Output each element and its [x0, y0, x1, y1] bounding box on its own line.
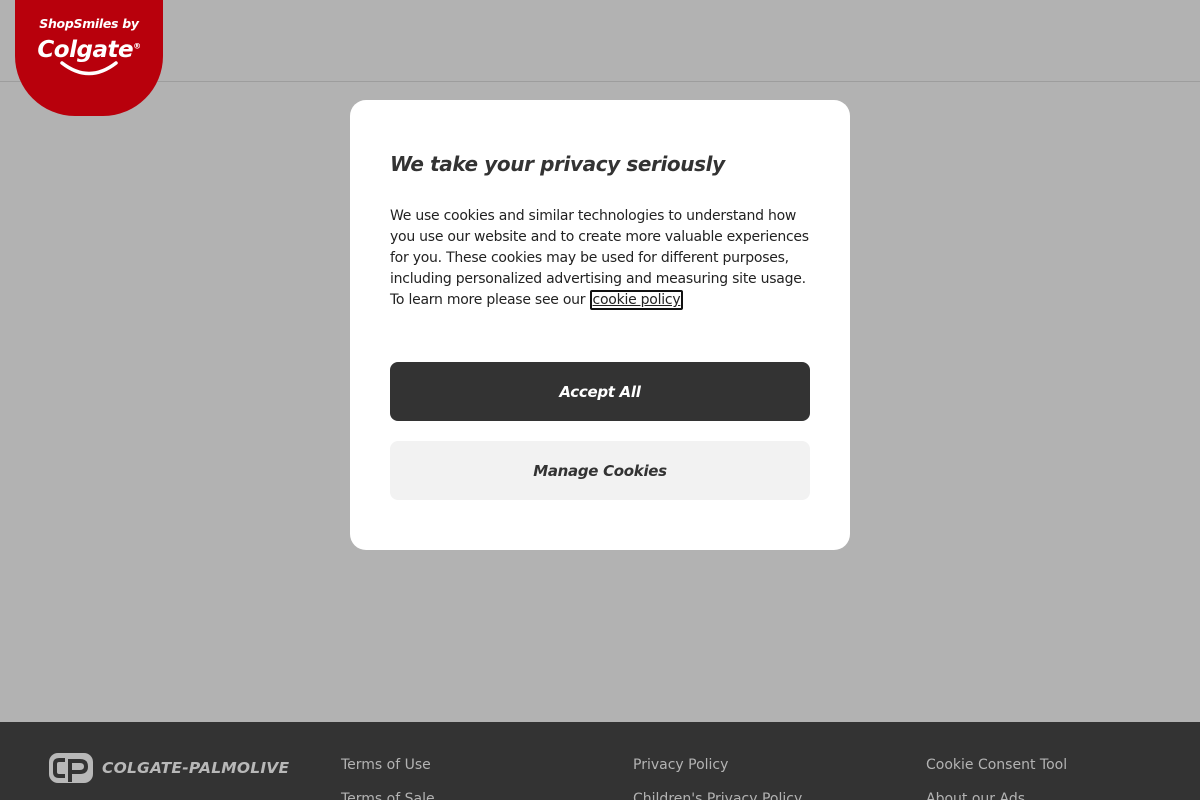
cp-logo-icon	[49, 753, 93, 783]
footer-link-about-our-ads[interactable]: About our Ads	[926, 789, 1067, 800]
footer-link-privacy-policy[interactable]: Privacy Policy	[633, 755, 802, 775]
site-footer: COLGATE-PALMOLIVE Terms of Use Terms of …	[0, 722, 1200, 800]
footer-column-2: Privacy Policy Children's Privacy Policy	[633, 755, 802, 800]
page: ShopSmiles by Colgate® We take your priv…	[0, 0, 1200, 800]
privacy-consent-dialog: We take your privacy seriously We use co…	[350, 100, 850, 550]
dialog-body: We use cookies and similar technologies …	[390, 206, 810, 311]
accept-all-button[interactable]: Accept All	[390, 362, 810, 421]
footer-logo-text: COLGATE-PALMOLIVE	[102, 759, 290, 777]
logo-registered-mark: ®	[133, 41, 141, 51]
logo-brand: Colgate®	[37, 37, 141, 63]
footer-link-childrens-privacy-policy[interactable]: Children's Privacy Policy	[633, 789, 802, 800]
footer-link-terms-of-sale[interactable]: Terms of Sale	[341, 789, 435, 800]
manage-cookies-button[interactable]: Manage Cookies	[390, 441, 810, 500]
site-header: ShopSmiles by Colgate®	[0, 0, 1200, 116]
logo-brand-text: Colgate	[37, 37, 134, 63]
shopsmiles-colgate-logo[interactable]: ShopSmiles by Colgate®	[15, 0, 163, 116]
cookie-policy-link[interactable]: cookie policy	[589, 290, 684, 310]
footer-column-1: Terms of Use Terms of Sale	[341, 755, 435, 800]
logo-subtitle: ShopSmiles by	[39, 16, 139, 31]
footer-link-terms-of-use[interactable]: Terms of Use	[341, 755, 435, 775]
footer-link-cookie-consent-tool[interactable]: Cookie Consent Tool	[926, 755, 1067, 775]
footer-column-3: Cookie Consent Tool About our Ads	[926, 755, 1067, 800]
dialog-title: We take your privacy seriously	[390, 152, 725, 176]
colgate-palmolive-logo[interactable]: COLGATE-PALMOLIVE	[48, 752, 289, 784]
